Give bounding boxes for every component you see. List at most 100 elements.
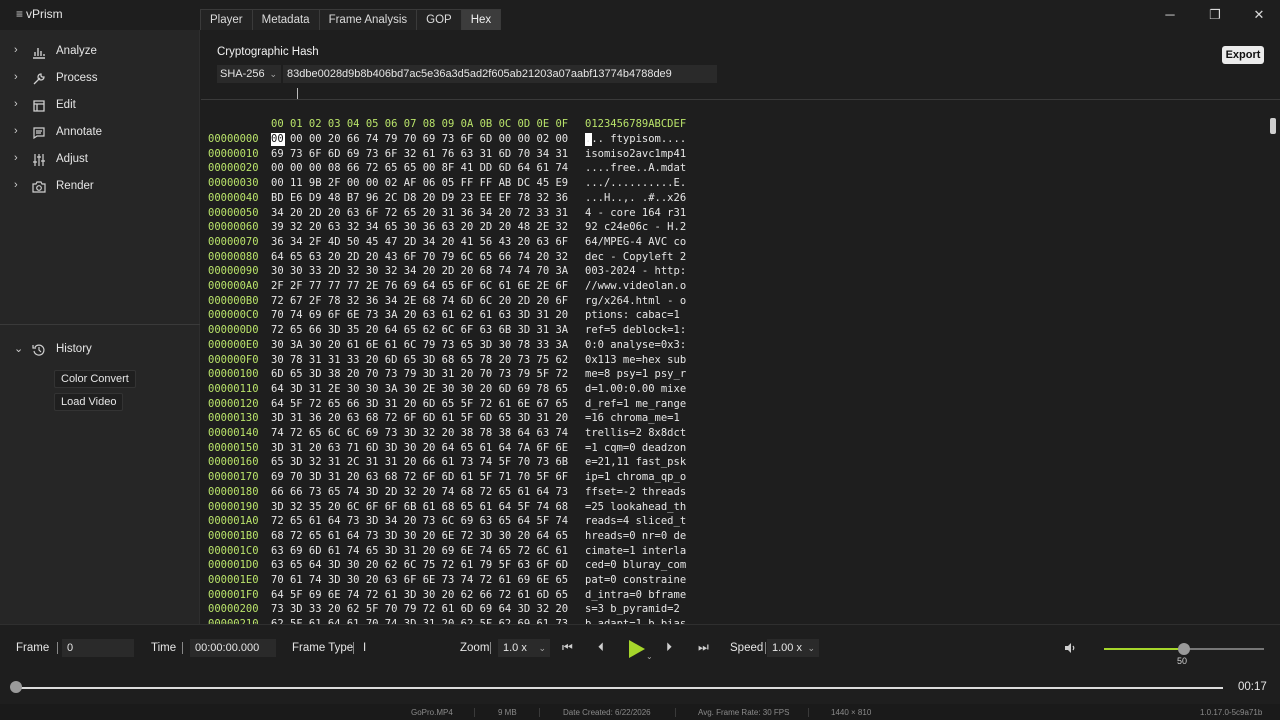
hex-row[interactable]: 000001C0 63 69 6D 61 74 65 3D 31 20 69 6E…: [201, 545, 1267, 560]
skip-to-start-icon[interactable]: ⏮: [562, 640, 573, 655]
tab-player[interactable]: Player: [200, 9, 253, 30]
hex-ascii[interactable]: dec - Copyleft 2: [585, 251, 686, 263]
sidebar-item-process[interactable]: › Process: [0, 68, 200, 90]
hex-ascii[interactable]: ... ftypisom....: [585, 133, 686, 145]
selected-byte[interactable]: 00: [271, 133, 284, 145]
zoom-select[interactable]: 1.0 x ⌄: [498, 639, 550, 657]
hex-ascii[interactable]: d_ref=1 me_range: [585, 398, 686, 410]
hex-bytes[interactable]: 36 34 2F 4D 50 45 47 2D 34 20 41 56 43 2…: [271, 236, 568, 248]
hex-ascii[interactable]: =16 chroma_me=1: [585, 412, 686, 424]
hex-row[interactable]: 000000C0 70 74 69 6F 6E 73 3A 20 63 61 62…: [201, 309, 1267, 324]
volume-slider[interactable]: [1104, 643, 1264, 655]
hex-bytes[interactable]: 69 70 3D 31 20 63 68 72 6F 6D 61 5F 71 7…: [271, 471, 568, 483]
volume-knob[interactable]: [1178, 643, 1190, 655]
hex-ascii[interactable]: 4 - core 164 r31: [585, 207, 686, 219]
history-header[interactable]: ⌄ History: [0, 339, 200, 361]
sidebar-item-annotate[interactable]: › Annotate: [0, 122, 200, 144]
hex-row[interactable]: 00000190 3D 32 35 20 6C 6F 6F 6B 61 68 65…: [201, 501, 1267, 516]
hex-bytes[interactable]: 6D 65 3D 38 20 70 73 79 3D 31 20 70 73 7…: [271, 368, 568, 380]
hex-ascii[interactable]: e=21,11 fast_psk: [585, 456, 686, 468]
hex-ascii[interactable]: ced=0 bluray_com: [585, 559, 686, 571]
hex-scrollbar[interactable]: [1270, 118, 1276, 134]
hex-bytes[interactable]: 70 61 74 3D 30 20 63 6F 6E 73 74 72 61 6…: [271, 574, 568, 586]
hex-bytes[interactable]: BD E6 D9 48 B7 96 2C D8 20 D9 23 EE EF 7…: [271, 192, 568, 204]
hex-bytes[interactable]: 65 3D 32 31 2C 31 31 20 66 61 73 74 5F 7…: [271, 456, 568, 468]
tab-hex[interactable]: Hex: [460, 9, 502, 30]
hex-bytes[interactable]: 72 67 2F 78 32 36 34 2E 68 74 6D 6C 20 2…: [271, 295, 568, 307]
hex-row[interactable]: 00000000 00 00 00 20 66 74 79 70 69 73 6F…: [201, 133, 1267, 148]
hex-ascii[interactable]: =1 cqm=0 deadzon: [585, 442, 686, 454]
tab-metadata[interactable]: Metadata: [251, 9, 320, 30]
hex-ascii[interactable]: ref=5 deblock=1:: [585, 324, 686, 336]
hex-bytes[interactable]: 72 65 66 3D 35 20 64 65 62 6C 6F 63 6B 3…: [271, 324, 568, 336]
hex-ascii[interactable]: me=8 psy=1 psy_r: [585, 368, 686, 380]
hex-bytes[interactable]: 3D 32 35 20 6C 6F 6F 6B 61 68 65 61 64 5…: [271, 501, 568, 513]
hex-bytes[interactable]: 3D 31 20 63 71 6D 3D 30 20 64 65 61 64 7…: [271, 442, 568, 454]
tab-frame-analysis[interactable]: Frame Analysis: [318, 9, 418, 30]
hex-ascii[interactable]: 92 c24e06c - H.2: [585, 221, 686, 233]
hex-bytes[interactable]: 68 72 65 61 64 73 3D 30 20 6E 72 3D 30 2…: [271, 530, 568, 542]
frame-input[interactable]: 0: [62, 639, 134, 657]
hex-bytes[interactable]: 3D 31 36 20 63 68 72 6F 6D 61 5F 6D 65 3…: [271, 412, 568, 424]
hex-row[interactable]: 00000170 69 70 3D 31 20 63 68 72 6F 6D 61…: [201, 471, 1267, 486]
hex-ascii[interactable]: rg/x264.html - o: [585, 295, 686, 307]
hex-bytes[interactable]: 69 73 6F 6D 69 73 6F 32 61 76 63 31 6D 7…: [271, 148, 568, 160]
hex-ascii[interactable]: 0:0 analyse=0x3:: [585, 339, 686, 351]
step-back-icon[interactable]: ⏴: [598, 640, 604, 655]
sidebar-item-render[interactable]: › Render: [0, 176, 200, 198]
hex-row[interactable]: 00000040 BD E6 D9 48 B7 96 2C D8 20 D9 23…: [201, 192, 1267, 207]
hex-bytes[interactable]: 73 3D 33 20 62 5F 70 79 72 61 6D 69 64 3…: [271, 603, 568, 615]
hex-row[interactable]: 00000180 66 66 73 65 74 3D 2D 32 20 74 68…: [201, 486, 1267, 501]
hex-viewer[interactable]: 00 01 02 03 04 05 06 07 08 09 0A 0B 0C 0…: [201, 118, 1267, 624]
hex-row[interactable]: 00000090 30 30 33 2D 32 30 32 34 20 2D 20…: [201, 265, 1267, 280]
history-entry[interactable]: Color Convert: [54, 370, 136, 388]
hex-ascii[interactable]: trellis=2 8x8dct: [585, 427, 686, 439]
hex-ascii[interactable]: s=3 b_pyramid=2: [585, 603, 686, 615]
hex-row[interactable]: 00000110 64 3D 31 2E 30 30 3A 30 2E 30 30…: [201, 383, 1267, 398]
hex-ascii[interactable]: 003-2024 - http:: [585, 265, 686, 277]
hex-row[interactable]: 00000160 65 3D 32 31 2C 31 31 20 66 61 73…: [201, 456, 1267, 471]
time-input[interactable]: 00:00:00.000: [190, 639, 276, 657]
hex-ascii[interactable]: 64/MPEG-4 AVC co: [585, 236, 686, 248]
speed-select[interactable]: 1.00 x ⌄: [767, 639, 819, 657]
hex-ascii[interactable]: pat=0 constraine: [585, 574, 686, 586]
minimize-button[interactable]: ─: [1160, 5, 1180, 25]
hex-row[interactable]: 00000060 39 32 20 63 32 34 65 30 36 63 20…: [201, 221, 1267, 236]
hex-row[interactable]: 00000030 00 11 9B 2F 00 00 02 AF 06 05 FF…: [201, 177, 1267, 192]
hash-value-field[interactable]: 83dbe0028d9b8b406bd7ac5e36a3d5ad2f605ab2…: [283, 65, 717, 83]
hex-ascii[interactable]: =25 lookahead_th: [585, 501, 686, 513]
hash-algorithm-select[interactable]: SHA-256 ⌄: [217, 65, 281, 83]
hex-bytes[interactable]: 63 69 6D 61 74 65 3D 31 20 69 6E 74 65 7…: [271, 545, 568, 557]
hex-bytes[interactable]: 64 5F 72 65 66 3D 31 20 6D 65 5F 72 61 6…: [271, 398, 568, 410]
hex-bytes[interactable]: 30 30 33 2D 32 30 32 34 20 2D 20 68 74 7…: [271, 265, 568, 277]
hex-ascii[interactable]: //www.videolan.o: [585, 280, 686, 292]
hex-row[interactable]: 00000150 3D 31 20 63 71 6D 3D 30 20 64 65…: [201, 442, 1267, 457]
hex-row[interactable]: 00000100 6D 65 3D 38 20 70 73 79 3D 31 20…: [201, 368, 1267, 383]
hex-bytes[interactable]: 64 3D 31 2E 30 30 3A 30 2E 30 30 20 6D 6…: [271, 383, 568, 395]
sidebar-item-adjust[interactable]: › Adjust: [0, 149, 200, 171]
hex-bytes[interactable]: 72 65 61 64 73 3D 34 20 73 6C 69 63 65 6…: [271, 515, 568, 527]
hex-ascii[interactable]: isomiso2avc1mp41: [585, 148, 686, 160]
hex-ascii[interactable]: cimate=1 interla: [585, 545, 686, 557]
hex-row[interactable]: 00000130 3D 31 36 20 63 68 72 6F 6D 61 5F…: [201, 412, 1267, 427]
hex-row[interactable]: 00000050 34 20 2D 20 63 6F 72 65 20 31 36…: [201, 207, 1267, 222]
hex-row[interactable]: 000000E0 30 3A 30 20 61 6E 61 6C 79 73 65…: [201, 339, 1267, 354]
hex-bytes[interactable]: 64 65 63 20 2D 20 43 6F 70 79 6C 65 66 7…: [271, 251, 568, 263]
hex-bytes[interactable]: 70 74 69 6F 6E 73 3A 20 63 61 62 61 63 3…: [271, 309, 568, 321]
hex-ascii[interactable]: d=1.00:0.00 mixe: [585, 383, 686, 395]
hex-row[interactable]: 000001E0 70 61 74 3D 30 20 63 6F 6E 73 74…: [201, 574, 1267, 589]
hex-ascii[interactable]: 0x113 me=hex sub: [585, 354, 686, 366]
hex-ascii[interactable]: ptions: cabac=1: [585, 309, 686, 321]
hex-bytes[interactable]: 63 65 64 3D 30 20 62 6C 75 72 61 79 5F 6…: [271, 559, 568, 571]
hex-bytes[interactable]: 30 3A 30 20 61 6E 61 6C 79 73 65 3D 30 7…: [271, 339, 568, 351]
hex-bytes[interactable]: 39 32 20 63 32 34 65 30 36 63 20 2D 20 4…: [271, 221, 568, 233]
hex-row[interactable]: 000001B0 68 72 65 61 64 73 3D 30 20 6E 72…: [201, 530, 1267, 545]
maximize-button[interactable]: ❐: [1205, 5, 1225, 25]
hex-row[interactable]: 000000D0 72 65 66 3D 35 20 64 65 62 6C 6F…: [201, 324, 1267, 339]
hex-row[interactable]: 00000020 00 00 00 08 66 72 65 65 00 8F 41…: [201, 162, 1267, 177]
hex-row[interactable]: 000001A0 72 65 61 64 73 3D 34 20 73 6C 69…: [201, 515, 1267, 530]
volume-icon[interactable]: [1064, 641, 1078, 655]
hex-ascii[interactable]: ...H..,. .#..x26: [585, 192, 686, 204]
hex-bytes[interactable]: 00 00 00 20 66 74 79 70 69 73 6F 6D 00 0…: [271, 133, 568, 145]
tab-gop[interactable]: GOP: [416, 9, 462, 30]
